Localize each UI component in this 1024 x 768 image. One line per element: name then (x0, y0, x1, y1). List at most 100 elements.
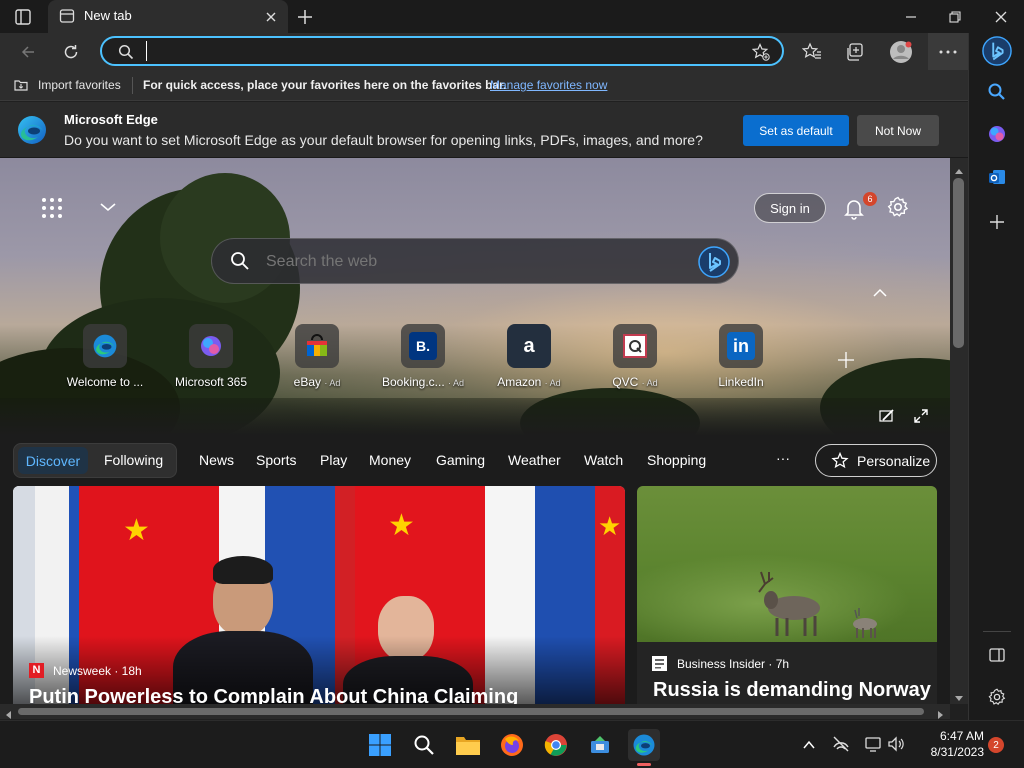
edge-taskbar-icon[interactable] (628, 729, 660, 761)
profile-avatar[interactable] (884, 35, 918, 69)
default-browser-prompt: Microsoft Edge Do you want to set Micros… (0, 102, 968, 158)
app-icon[interactable] (584, 729, 616, 761)
sidebar-settings-icon[interactable] (981, 681, 1013, 713)
favorites-hint: For quick access, place your favorites h… (143, 78, 507, 92)
ad-label: · Ad (324, 378, 341, 388)
sign-in-button[interactable]: Sign in (754, 193, 826, 223)
refresh-button[interactable] (54, 35, 88, 69)
volume-icon[interactable] (887, 735, 905, 753)
tab-following[interactable]: Following (104, 452, 163, 468)
apps-grid-icon[interactable] (40, 196, 64, 220)
collapse-chevron-up-icon[interactable] (872, 286, 888, 298)
quick-link[interactable]: Microsoft 365 (166, 324, 256, 389)
tab-discover-label: Discover (25, 452, 81, 469)
scroll-right-arrow-icon[interactable] (937, 707, 945, 719)
import-favorites-link[interactable]: Import favorites (38, 78, 121, 92)
ad-label: · Ad (544, 378, 561, 388)
new-tab-button[interactable] (294, 6, 316, 28)
close-window-button[interactable] (978, 0, 1024, 33)
chrome-icon[interactable] (540, 729, 572, 761)
sidebar-m365-icon[interactable] (981, 118, 1013, 150)
web-search-input[interactable] (266, 251, 666, 273)
edge-active-indicator (637, 763, 651, 766)
file-explorer-icon[interactable] (452, 729, 484, 761)
ebay-icon (295, 324, 339, 368)
clock[interactable]: 6:47 AM 8/31/2023 (914, 728, 984, 760)
address-bar[interactable] (100, 36, 784, 66)
firefox-icon[interactable] (496, 729, 528, 761)
web-search-box[interactable] (211, 238, 739, 284)
tab-gaming[interactable]: Gaming (436, 452, 485, 468)
m365-icon (189, 324, 233, 368)
scroll-down-arrow-icon[interactable] (954, 690, 964, 701)
sidebar-search-icon[interactable] (981, 76, 1013, 108)
tab-play[interactable]: Play (320, 452, 347, 468)
quick-link[interactable]: in LinkedIn (696, 324, 786, 389)
bing-copilot-icon[interactable] (981, 35, 1013, 67)
manage-favorites-link[interactable]: Manage favorites now (490, 78, 607, 92)
personalize-button[interactable]: Personalize (815, 444, 937, 477)
tab-new-tab[interactable]: New tab (48, 0, 288, 33)
horizontal-scrollbar[interactable] (0, 704, 950, 719)
restore-button[interactable] (932, 0, 978, 33)
network-off-icon[interactable] (832, 735, 850, 753)
vertical-scroll-thumb[interactable] (953, 178, 964, 348)
address-input[interactable] (146, 41, 726, 61)
prompt-title: Microsoft Edge (64, 112, 158, 127)
set-as-default-button[interactable]: Set as default (743, 115, 849, 146)
more-menu-button[interactable] (928, 33, 968, 70)
minimize-button[interactable] (888, 0, 934, 33)
edit-background-icon[interactable] (879, 408, 895, 424)
favorites-button[interactable] (795, 35, 829, 69)
sidebar-add-icon[interactable] (981, 206, 1013, 238)
tab-shopping[interactable]: Shopping (647, 452, 706, 468)
tab-news[interactable]: News (199, 452, 234, 468)
card-headline: Putin Powerless to Complain About China … (29, 686, 519, 704)
notification-center-badge[interactable]: 2 (988, 737, 1004, 753)
horizontal-scroll-thumb[interactable] (18, 708, 924, 715)
news-card[interactable]: Business Insider · 7h Russia is demandin… (637, 486, 937, 704)
feed-navigation: Discover Following News Sports Play Mone… (0, 436, 950, 486)
sidebar-outlook-icon[interactable] (981, 161, 1013, 193)
background-image: Sign in 6 Welcome to ... (0, 158, 950, 468)
tab-actions-icon[interactable] (14, 8, 32, 26)
tab-sports[interactable]: Sports (256, 452, 296, 468)
settings-gear-icon[interactable] (887, 196, 909, 218)
qvc-icon (613, 324, 657, 368)
edge-sidebar (968, 33, 1024, 720)
more-categories-button[interactable]: ··· (776, 450, 790, 466)
add-favorite-icon[interactable] (751, 43, 770, 61)
add-quick-link-icon[interactable] (836, 350, 856, 370)
taskbar-search-icon[interactable] (408, 729, 440, 761)
tab-money[interactable]: Money (369, 452, 411, 468)
close-tab-icon[interactable] (264, 10, 278, 24)
tab-weather[interactable]: Weather (508, 452, 561, 468)
expand-icon[interactable] (913, 408, 929, 424)
start-windows-icon[interactable] (364, 729, 396, 761)
tab-discover[interactable]: Discover (18, 447, 88, 474)
hide-sidebar-icon[interactable] (981, 639, 1013, 671)
collections-button[interactable] (838, 35, 872, 69)
quick-link[interactable]: a Amazon · Ad (484, 324, 574, 389)
ad-label: · Ad (448, 378, 465, 388)
personalize-label: Personalize (857, 452, 931, 469)
sidebar-divider (983, 631, 1011, 632)
ad-label: · Ad (641, 378, 658, 388)
back-button[interactable] (11, 35, 45, 69)
bing-chat-icon[interactable] (698, 246, 730, 278)
show-hidden-icons-chevron-icon[interactable] (802, 738, 816, 750)
tab-watch[interactable]: Watch (584, 452, 623, 468)
quick-link[interactable]: QVC · Ad (590, 324, 680, 389)
scroll-up-arrow-icon[interactable] (954, 162, 964, 174)
news-card[interactable]: ★ ★ ★ N Newsweek · 18h Putin Powerless t… (13, 486, 625, 704)
browser-toolbar (0, 33, 968, 70)
not-now-button[interactable]: Not Now (857, 115, 939, 146)
newtab-favicon-icon (59, 8, 75, 24)
quick-link[interactable]: Welcome to ... (60, 324, 150, 389)
vertical-scrollbar[interactable] (950, 158, 968, 704)
display-icon[interactable] (864, 735, 882, 753)
quick-link[interactable]: eBay · Ad (272, 324, 362, 389)
quick-link[interactable]: B. Booking.c... · Ad (378, 324, 468, 389)
chevron-down-icon[interactable] (98, 200, 118, 214)
scroll-left-arrow-icon[interactable] (4, 707, 12, 719)
